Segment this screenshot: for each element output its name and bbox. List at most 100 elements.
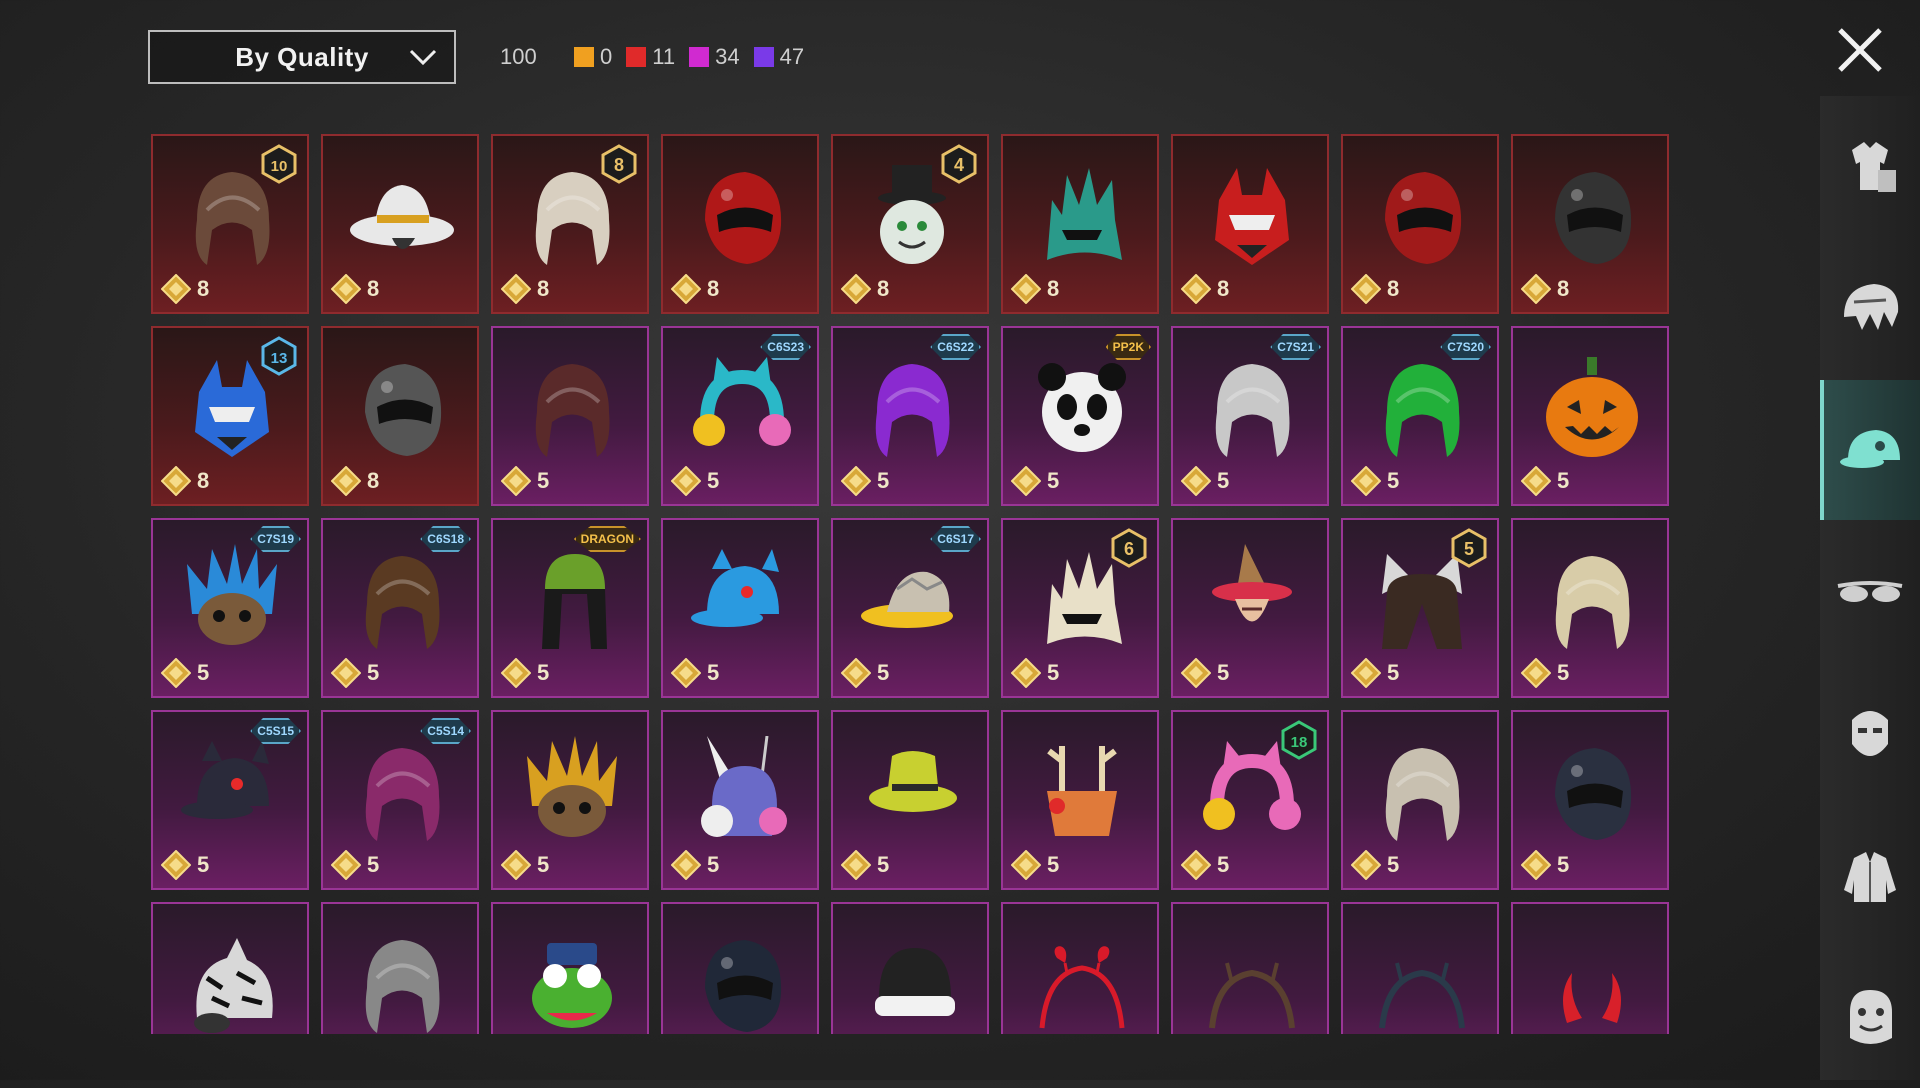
sidebar-tab-hair[interactable] — [1820, 238, 1920, 378]
category-sidebar — [1820, 96, 1920, 1080]
item-cost-value: 8 — [877, 276, 890, 301]
hair-icon — [365, 556, 440, 649]
item-cost: 5 — [1521, 850, 1569, 880]
item-card[interactable] — [1511, 902, 1669, 1034]
currency-icon — [501, 658, 531, 688]
item-card[interactable]: C6S23 5 — [661, 326, 819, 506]
item-card[interactable]: 6 5 — [1001, 518, 1159, 698]
heart-band-icon — [1039, 946, 1125, 1029]
item-card[interactable]: C6S22 5 — [831, 326, 989, 506]
quality-count-value: 47 — [779, 44, 805, 69]
item-card[interactable]: 8 8 — [491, 134, 649, 314]
item-card[interactable]: 10 8 — [151, 134, 309, 314]
currency-icon — [1181, 274, 1211, 304]
item-card[interactable]: 5 — [661, 518, 819, 698]
item-card[interactable]: 8 — [661, 134, 819, 314]
item-cost-value: 8 — [367, 468, 380, 493]
item-card[interactable]: DRAGON 5 — [491, 518, 649, 698]
item-card[interactable]: 8 — [1341, 134, 1499, 314]
item-card[interactable]: 5 — [831, 710, 989, 890]
item-cost: 5 — [501, 658, 549, 688]
hair-icon — [1385, 364, 1460, 457]
helmet-icon — [705, 940, 782, 1032]
close-icon[interactable] — [1834, 24, 1886, 76]
sidebar-tab-jacket[interactable] — [1820, 806, 1920, 946]
item-cost: 5 — [671, 466, 719, 496]
quality-count-value: 0 — [600, 44, 613, 69]
item-cost-value: 5 — [1047, 660, 1060, 685]
item-card[interactable] — [321, 902, 479, 1034]
item-cost-value: 8 — [1047, 276, 1060, 301]
item-cost-value: 5 — [877, 852, 890, 877]
item-cost-value: 5 — [1387, 852, 1400, 877]
item-card[interactable]: 5 — [1511, 326, 1669, 506]
item-card[interactable]: 8 — [1171, 134, 1329, 314]
item-card[interactable]: 5 — [661, 710, 819, 890]
item-card[interactable] — [661, 902, 819, 1034]
currency-icon — [1351, 466, 1381, 496]
item-card[interactable]: 5 — [1511, 518, 1669, 698]
item-card[interactable]: 5 — [1001, 710, 1159, 890]
hair-icon — [875, 364, 950, 457]
item-cost: 5 — [1181, 466, 1229, 496]
item-card[interactable] — [831, 902, 989, 1034]
currency-icon — [841, 850, 871, 880]
item-card[interactable]: C7S19 5 — [151, 518, 309, 698]
item-cost: 5 — [1351, 850, 1399, 880]
item-card[interactable]: 5 — [1171, 518, 1329, 698]
item-card[interactable]: 4 8 — [831, 134, 989, 314]
item-card[interactable] — [1171, 902, 1329, 1034]
level-badge-text: 18 — [1291, 734, 1308, 751]
item-cost-value: 5 — [197, 852, 210, 877]
item-grid: 10 8 8 8 8 8 4 8 8 8 8 8 13 8 8 5 C6S23 … — [151, 134, 1671, 1034]
currency-icon — [671, 658, 701, 688]
bunny-headphones-icon — [701, 736, 787, 837]
item-card[interactable]: 8 — [321, 326, 479, 506]
item-cost-value: 5 — [1387, 660, 1400, 685]
item-card[interactable] — [1001, 902, 1159, 1034]
level-badge-text: 6 — [1124, 539, 1134, 559]
item-cost-value: 5 — [877, 468, 890, 493]
currency-icon — [331, 274, 361, 304]
level-badge: 18 — [1281, 720, 1317, 760]
item-card[interactable]: 5 — [1511, 710, 1669, 890]
item-cost-value: 8 — [1387, 276, 1400, 301]
item-card[interactable] — [491, 902, 649, 1034]
item-card[interactable]: C5S15 5 — [151, 710, 309, 890]
sort-dropdown[interactable]: By Quality — [148, 30, 456, 84]
item-card[interactable]: C7S20 5 — [1341, 326, 1499, 506]
item-card[interactable]: 5 — [491, 326, 649, 506]
item-card[interactable] — [151, 902, 309, 1034]
item-card[interactable]: 5 — [1341, 710, 1499, 890]
sidebar-tab-cap[interactable] — [1820, 380, 1920, 520]
item-card[interactable]: 13 8 — [151, 326, 309, 506]
item-card[interactable]: 18 5 — [1171, 710, 1329, 890]
item-card[interactable]: C6S17 5 — [831, 518, 989, 698]
cowboy-hat-icon — [350, 185, 454, 249]
item-card[interactable] — [1341, 902, 1499, 1034]
outfit-icon — [1852, 142, 1896, 192]
currency-icon — [1011, 274, 1041, 304]
item-card[interactable]: 8 — [321, 134, 479, 314]
sidebar-tab-emote[interactable] — [1820, 948, 1920, 1088]
sidebar-tab-outfit[interactable] — [1820, 96, 1920, 236]
item-card[interactable]: 8 — [1511, 134, 1669, 314]
panda-icon — [1038, 363, 1126, 452]
item-card[interactable]: PP2K 5 — [1001, 326, 1159, 506]
currency-icon — [841, 658, 871, 688]
hair-icon — [1844, 284, 1899, 330]
item-card[interactable]: 5 5 — [1341, 518, 1499, 698]
currency-icon — [1181, 850, 1211, 880]
item-card[interactable]: C6S18 5 — [321, 518, 479, 698]
item-card[interactable]: 8 — [1001, 134, 1159, 314]
item-cost-value: 5 — [707, 852, 720, 877]
item-card[interactable]: C7S21 5 — [1171, 326, 1329, 506]
item-card[interactable]: 5 — [491, 710, 649, 890]
level-badge: 10 — [261, 144, 297, 184]
currency-icon — [671, 850, 701, 880]
sidebar-tab-face[interactable] — [1820, 664, 1920, 804]
item-cost: 5 — [841, 658, 889, 688]
item-cost: 5 — [161, 850, 209, 880]
item-card[interactable]: C5S14 5 — [321, 710, 479, 890]
sidebar-tab-glasses[interactable] — [1820, 522, 1920, 662]
